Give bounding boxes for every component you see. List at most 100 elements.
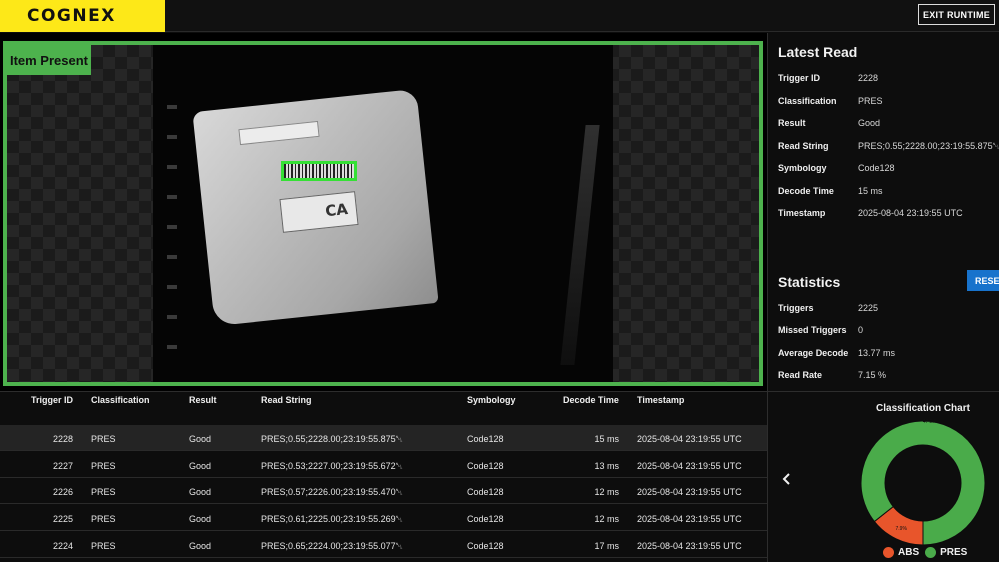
latest-read-classification: Classification PRES (778, 96, 998, 112)
conveyor-rail-left (167, 105, 177, 365)
cell-read-string: PRES;0.53;2227.00;23:19:55.672␀ (261, 461, 403, 471)
cell-decode-time: 15 ms (594, 434, 619, 444)
field-value: 7.15 % (858, 370, 887, 380)
cell-symbology: Code128 (467, 434, 504, 444)
field-value: Good (858, 118, 881, 128)
latest-read-trigger-id: Trigger ID 2228 (778, 73, 998, 89)
cell-read-string: PRES;0.57;2226.00;23:19:55.470␀ (261, 487, 403, 497)
column-header-decode-time[interactable]: Decode Time (563, 395, 619, 405)
field-label: Missed Triggers (778, 325, 847, 335)
cell-classification: PRES (91, 514, 116, 524)
field-label: Decode Time (778, 186, 834, 196)
cell-timestamp: 2025-08-04 23:19:55 UTC (637, 514, 742, 524)
cell-symbology: Code128 (467, 514, 504, 524)
field-label: Read Rate (778, 370, 823, 380)
cell-decode-time: 17 ms (594, 541, 619, 551)
barcode-highlight (281, 161, 357, 181)
cell-timestamp: 2025-08-04 23:19:55 UTC (637, 461, 742, 471)
stat-triggers: Triggers 2225 (778, 303, 998, 319)
cell-result: Good (189, 514, 212, 524)
latest-read-timestamp: Timestamp 2025-08-04 23:19:55 UTC (778, 208, 998, 224)
cell-timestamp: 2025-08-04 23:19:55 UTC (637, 434, 742, 444)
cell-trigger-id: 2224 (52, 541, 73, 551)
latest-read-title: Latest Read (778, 44, 858, 60)
cell-timestamp: 2025-08-04 23:19:55 UTC (637, 487, 742, 497)
cell-classification: PRES (91, 541, 116, 551)
slice-value-label: 7.9% (896, 526, 908, 532)
legend-label: ABS (898, 547, 920, 558)
cell-trigger-id: 2227 (52, 461, 73, 471)
slice-value-label: 47.2% (923, 419, 938, 425)
table-row[interactable]: 2226 PRES Good PRES;0.57;2226.00;23:19:5… (0, 478, 767, 504)
cell-classification: PRES (91, 487, 116, 497)
conveyor-rail-right (560, 125, 600, 365)
stat-missed-triggers: Missed Triggers 0 (778, 325, 998, 341)
camera-image: CA (153, 45, 613, 382)
image-viewer: CA Item Present (0, 33, 767, 391)
table-row[interactable]: 2228 PRES Good PRES;0.55;2228.00;23:19:5… (0, 425, 767, 451)
cell-result: Good (189, 461, 212, 471)
cell-read-string: PRES;0.55;2228.00;23:19:55.875␀ (261, 434, 403, 444)
cell-timestamp: 2025-08-04 23:19:55 UTC (637, 541, 742, 551)
image-frame: CA Item Present (3, 41, 763, 386)
field-value: 2228 (858, 73, 879, 83)
field-label: Trigger ID (778, 73, 821, 83)
classification-chart-panel: Classification Chart 7.9% 47.2% ABS PRES (767, 391, 999, 562)
field-value: Code128 (858, 163, 895, 173)
field-label: Classification (778, 96, 837, 106)
cell-decode-time: 12 ms (594, 487, 619, 497)
legend-swatch (883, 547, 894, 558)
statistics-title: Statistics (778, 274, 841, 290)
field-label: Timestamp (778, 208, 826, 218)
cell-result: Good (189, 434, 212, 444)
cell-trigger-id: 2226 (52, 487, 73, 497)
field-value: PRES;0.55;2228.00;23:19:55.875␀ (858, 141, 999, 151)
column-header-trigger-id[interactable]: Trigger ID (31, 395, 73, 405)
stat-average-decode: Average Decode 13.77 ms (778, 348, 998, 364)
cell-trigger-id: 2228 (52, 434, 73, 444)
column-header-result[interactable]: Result (189, 395, 217, 405)
field-value: 15 ms (858, 186, 883, 196)
classification-donut-chart: 7.9% 47.2% (860, 419, 986, 546)
cell-symbology: Code128 (467, 487, 504, 497)
latest-read-read-string: Read String PRES;0.55;2228.00;23:19:55.8… (778, 141, 999, 157)
latest-read-result: Result Good (778, 118, 998, 134)
cell-read-string: PRES;0.65;2224.00;23:19:55.077␀ (261, 541, 403, 551)
latest-read-decode-time: Decode Time 15 ms (778, 186, 998, 202)
field-label: Read String (778, 141, 829, 151)
column-header-timestamp[interactable]: Timestamp (637, 395, 684, 405)
column-header-read-string[interactable]: Read String (261, 395, 312, 405)
table-row[interactable]: 2225 PRES Good PRES;0.61;2225.00;23:19:5… (0, 505, 767, 531)
field-label: Result (778, 118, 806, 128)
cell-symbology: Code128 (467, 461, 504, 471)
field-value: 2225 (858, 303, 879, 313)
exit-runtime-button[interactable]: EXIT RUNTIME (918, 4, 995, 25)
cell-symbology: Code128 (467, 541, 504, 551)
stat-read-rate: Read Rate 7.15 % (778, 370, 998, 386)
latest-read-symbology: Symbology Code128 (778, 163, 998, 179)
legend-item-pres[interactable]: PRES (925, 547, 967, 558)
chart-legend: ABS PRES (883, 547, 973, 558)
cell-classification: PRES (91, 461, 116, 471)
legend-label: PRES (940, 547, 968, 558)
results-table: Trigger ID Classification Result Read St… (0, 391, 767, 562)
field-label: Average Decode (778, 348, 849, 358)
field-value: 13.77 ms (858, 348, 896, 358)
table-row[interactable]: 2227 PRES Good PRES;0.53;2227.00;23:19:5… (0, 452, 767, 478)
column-header-symbology[interactable]: Symbology (467, 395, 516, 405)
field-label: Triggers (778, 303, 814, 313)
item-present-badge: Item Present (7, 45, 91, 75)
cell-read-string: PRES;0.61;2225.00;23:19:55.269␀ (261, 514, 403, 524)
field-label: Symbology (778, 163, 827, 173)
field-value: 0 (858, 325, 864, 335)
column-header-classification[interactable]: Classification (91, 395, 150, 405)
legend-swatch (925, 547, 937, 558)
app-header: COGNEX EXIT RUNTIME (0, 0, 999, 32)
cell-decode-time: 13 ms (594, 461, 619, 471)
legend-item-abs[interactable]: ABS (883, 547, 919, 558)
logo-text: COGNEX (27, 6, 116, 26)
table-row[interactable]: 2224 PRES Good PRES;0.65;2224.00;23:19:5… (0, 532, 767, 558)
cell-trigger-id: 2225 (52, 514, 73, 524)
cell-result: Good (189, 487, 212, 497)
reset-button[interactable]: RESET (967, 270, 999, 291)
